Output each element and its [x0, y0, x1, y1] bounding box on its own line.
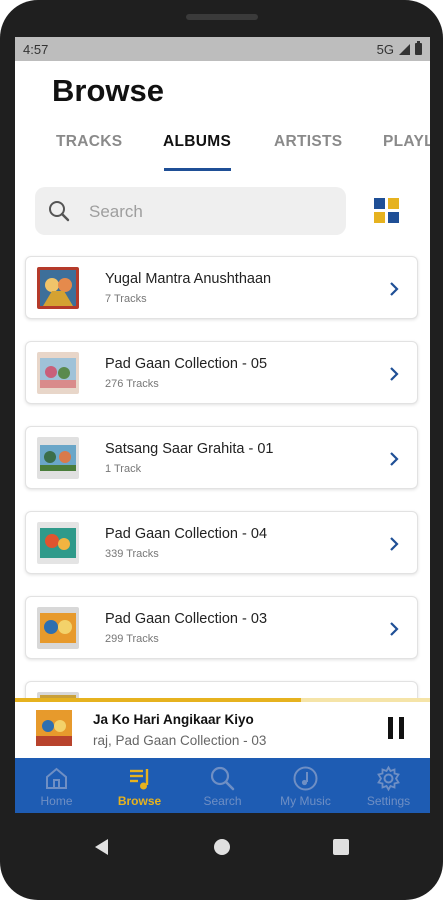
album-cover [37, 352, 79, 394]
album-cover [37, 267, 79, 309]
grid-view-icon[interactable] [374, 198, 400, 224]
playback-progress-fill [15, 698, 302, 702]
now-playing-subtitle: raj, Pad Gaan Collection - 03 [93, 733, 267, 748]
album-track-count: 1 Track [105, 463, 142, 475]
app-screen: 4:57 5G Browse TRACKS ALBUMS ARTISTS PLA… [15, 37, 430, 813]
album-cover [37, 607, 79, 649]
tab-albums[interactable]: ALBUMS [163, 133, 231, 151]
search-icon [210, 766, 235, 791]
album-item[interactable]: Yugal Mantra Anushthaan 7 Tracks [25, 256, 418, 319]
chevron-right-icon [390, 537, 399, 551]
nav-browse[interactable]: Browse [98, 758, 181, 813]
now-playing-title: Ja Ko Hari Angikaar Kiyo [93, 712, 254, 727]
music-note-icon [293, 766, 318, 791]
album-title: Pad Gaan Collection - 04 [105, 526, 268, 542]
phone-frame: 4:57 5G Browse TRACKS ALBUMS ARTISTS PLA… [0, 0, 443, 900]
signal-icon [399, 43, 410, 55]
album-title: Pad Gaan Collection - 03 [105, 611, 268, 627]
back-icon[interactable] [95, 839, 108, 855]
album-cover [37, 437, 79, 479]
status-indicators: 5G [376, 41, 422, 57]
search-icon [49, 201, 70, 222]
nav-my-music[interactable]: My Music [264, 758, 347, 813]
album-track-count: 276 Tracks [105, 378, 159, 390]
chevron-right-icon [390, 452, 399, 466]
album-item[interactable]: Pad Gaan Collection - 04 339 Tracks [25, 511, 418, 574]
album-item[interactable]: Satsang Saar Grahita - 01 1 Track [25, 426, 418, 489]
album-title: Satsang Saar Grahita - 01 [105, 441, 274, 457]
home-button-icon[interactable] [214, 839, 230, 855]
nav-settings[interactable]: Settings [347, 758, 430, 813]
tab-artists[interactable]: ARTISTS [274, 133, 342, 151]
network-type: 5G [376, 41, 394, 57]
now-playing-subtitle-wrap: raj, Pad Gaan Collection - 03 [93, 732, 303, 750]
mini-player[interactable]: Ja Ko Hari Angikaar Kiyo raj, Pad Gaan C… [15, 698, 430, 758]
nav-search[interactable]: Search [181, 758, 264, 813]
phone-speaker [186, 14, 258, 20]
status-bar: 4:57 5G [15, 37, 430, 61]
chevron-right-icon [390, 622, 399, 636]
recents-icon[interactable] [333, 839, 349, 855]
browse-tabs: TRACKS ALBUMS ARTISTS PLAYL [15, 133, 430, 173]
nav-label: Browse [117, 794, 162, 808]
album-title: Yugal Mantra Anushthaan [105, 271, 272, 287]
nav-label: My Music [280, 794, 331, 808]
album-track-count: 339 Tracks [105, 548, 159, 560]
now-playing-cover [36, 710, 72, 746]
search-input[interactable]: Search [89, 202, 143, 222]
chevron-right-icon [390, 367, 399, 381]
browse-icon [130, 769, 149, 790]
album-item[interactable]: Pad Gaan Collection - 03 299 Tracks [25, 596, 418, 659]
system-navigation-bar [0, 813, 443, 900]
album-title: Pad Gaan Collection - 05 [105, 356, 268, 372]
page-title: Browse [52, 73, 164, 108]
battery-icon [415, 41, 422, 55]
nav-label: Search [203, 794, 242, 808]
bottom-navigation: Home Browse Search My Music Settings [15, 758, 430, 813]
home-icon [46, 767, 67, 789]
search-bar[interactable]: Search [35, 187, 346, 235]
status-time: 4:57 [23, 41, 49, 57]
nav-home[interactable]: Home [15, 758, 98, 813]
pause-icon[interactable] [388, 717, 404, 739]
tab-tracks[interactable]: TRACKS [56, 133, 122, 151]
chevron-right-icon [390, 282, 399, 296]
nav-label: Settings [366, 794, 411, 808]
active-tab-indicator [164, 168, 231, 171]
tab-playlists[interactable]: PLAYL [383, 133, 430, 151]
settings-gear-icon [377, 765, 400, 792]
album-track-count: 299 Tracks [105, 633, 159, 645]
nav-label: Home [40, 794, 73, 808]
album-item[interactable]: Pad Gaan Collection - 05 276 Tracks [25, 341, 418, 404]
playback-progress[interactable] [15, 698, 430, 702]
album-track-count: 7 Tracks [105, 293, 147, 305]
album-cover [37, 522, 79, 564]
